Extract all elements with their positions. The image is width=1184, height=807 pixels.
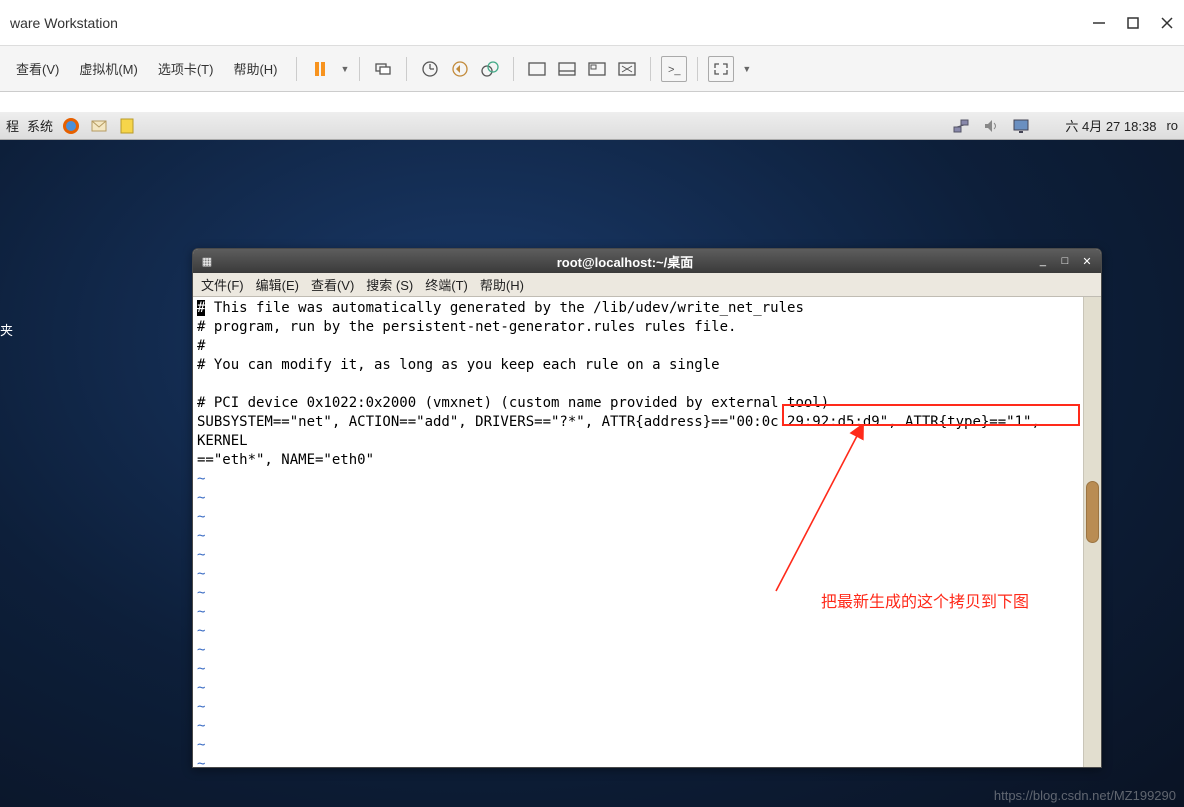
desktop-folder-label: 夹 bbox=[0, 320, 13, 339]
unity-icon[interactable] bbox=[614, 56, 640, 82]
term-line: # PCI device 0x1022:0x2000 (vmxnet) (cus… bbox=[197, 395, 829, 411]
terminal-menu-icon[interactable]: ▦ bbox=[199, 254, 215, 268]
snapshot-take-icon[interactable] bbox=[417, 56, 443, 82]
close-icon[interactable] bbox=[1160, 16, 1174, 30]
separator bbox=[513, 57, 514, 81]
separator bbox=[406, 57, 407, 81]
term-menu-search[interactable]: 搜索 (S) bbox=[366, 275, 413, 294]
network-icon[interactable] bbox=[951, 116, 971, 136]
guest-viewport: 程 系统 六 4月 27 18:38 ro 夹 ▦ root@ bbox=[0, 92, 1184, 807]
console-icon[interactable]: >_ bbox=[661, 56, 687, 82]
notes-icon[interactable] bbox=[117, 116, 137, 136]
vim-tilde: ~ bbox=[197, 623, 205, 639]
send-cad-icon[interactable] bbox=[370, 56, 396, 82]
window-title: ware Workstation bbox=[10, 15, 118, 31]
vim-tilde: ~ bbox=[197, 661, 205, 677]
vim-tilde: ~ bbox=[197, 642, 205, 658]
term-menu-edit[interactable]: 编辑(E) bbox=[256, 275, 299, 294]
svg-text:>_: >_ bbox=[668, 64, 681, 76]
vim-tilde: ~ bbox=[197, 718, 205, 734]
snapshot-manage-icon[interactable] bbox=[477, 56, 503, 82]
panel-menu-2[interactable]: 系统 bbox=[27, 116, 53, 135]
term-menu-terminal[interactable]: 终端(T) bbox=[425, 275, 468, 294]
separator bbox=[650, 57, 651, 81]
firefox-icon[interactable] bbox=[61, 116, 81, 136]
annotation-arrow bbox=[748, 426, 878, 606]
terminal-body[interactable]: # This file was automatically generated … bbox=[193, 297, 1101, 767]
annotation-text: 把最新生成的这个拷贝到下图 bbox=[821, 593, 1029, 612]
volume-icon[interactable] bbox=[981, 116, 1001, 136]
menu-help[interactable]: 帮助(H) bbox=[225, 55, 285, 82]
view-split-icon[interactable] bbox=[554, 56, 580, 82]
scrollbar-thumb[interactable] bbox=[1086, 481, 1099, 543]
annotation-box bbox=[782, 404, 1080, 426]
term-line: # You can modify it, as long as you keep… bbox=[197, 357, 720, 373]
minimize-icon[interactable] bbox=[1092, 16, 1106, 30]
pause-icon[interactable] bbox=[307, 56, 333, 82]
terminal-minimize-icon[interactable]: _ bbox=[1035, 254, 1051, 268]
term-line: # program, run by the persistent-net-gen… bbox=[197, 319, 736, 335]
separator bbox=[359, 57, 360, 81]
view-thumb-icon[interactable] bbox=[584, 56, 610, 82]
menu-view[interactable]: 查看(V) bbox=[8, 55, 67, 82]
maximize-icon[interactable] bbox=[1126, 16, 1140, 30]
fullscreen-icon[interactable] bbox=[708, 56, 734, 82]
vim-tilde: ~ bbox=[197, 737, 205, 753]
mail-icon[interactable] bbox=[89, 116, 109, 136]
view-single-icon[interactable] bbox=[524, 56, 550, 82]
panel-datetime[interactable]: 六 4月 27 18:38 bbox=[1065, 116, 1156, 135]
panel-user[interactable]: ro bbox=[1166, 118, 1178, 133]
vim-tilde: ~ bbox=[197, 490, 205, 506]
term-line: =="eth*", NAME="eth0" bbox=[197, 452, 374, 468]
watermark: https://blog.csdn.net/MZ199290 bbox=[994, 788, 1176, 803]
terminal-window: ▦ root@localhost:~/桌面 _ □ ✕ 文件(F) 编辑(E) … bbox=[192, 248, 1102, 768]
chevron-down-icon[interactable]: ▼ bbox=[341, 64, 350, 74]
separator bbox=[296, 57, 297, 81]
chevron-down-icon[interactable]: ▼ bbox=[742, 64, 751, 74]
term-menu-file[interactable]: 文件(F) bbox=[201, 275, 244, 294]
term-line: This file was automatically generated by… bbox=[196, 300, 803, 316]
vim-tilde: ~ bbox=[197, 471, 205, 487]
vim-tilde: ~ bbox=[197, 528, 205, 544]
term-line: # bbox=[197, 338, 205, 354]
terminal-titlebar[interactable]: ▦ root@localhost:~/桌面 _ □ ✕ bbox=[193, 249, 1101, 273]
vim-tilde: ~ bbox=[197, 604, 205, 620]
terminal-menubar: 文件(F) 编辑(E) 查看(V) 搜索 (S) 终端(T) 帮助(H) bbox=[193, 273, 1101, 297]
terminal-close-icon[interactable]: ✕ bbox=[1079, 254, 1095, 268]
toolbar-fullscreen-group: ▼ bbox=[708, 56, 751, 82]
vim-tilde: ~ bbox=[197, 566, 205, 582]
display-icon[interactable] bbox=[1011, 116, 1031, 136]
vmware-window: ware Workstation 查看(V) 虚拟机(M) 选项卡(T) 帮助(… bbox=[0, 0, 1184, 807]
vim-tilde: ~ bbox=[197, 585, 205, 601]
vim-tilde: ~ bbox=[197, 699, 205, 715]
panel-left: 程 系统 bbox=[6, 116, 137, 136]
window-controls bbox=[1092, 16, 1174, 30]
term-menu-help[interactable]: 帮助(H) bbox=[480, 275, 524, 294]
terminal-maximize-icon[interactable]: □ bbox=[1057, 254, 1073, 268]
menu-tabs[interactable]: 选项卡(T) bbox=[150, 55, 222, 82]
separator bbox=[697, 57, 698, 81]
term-menu-view[interactable]: 查看(V) bbox=[311, 275, 354, 294]
vim-tilde: ~ bbox=[197, 680, 205, 696]
guest-desktop[interactable]: 夹 ▦ root@localhost:~/桌面 _ □ ✕ 文件(F) 编辑(E… bbox=[0, 140, 1184, 807]
gnome-panel: 程 系统 六 4月 27 18:38 ro bbox=[0, 112, 1184, 140]
snapshot-revert-icon[interactable] bbox=[447, 56, 473, 82]
menubar: 查看(V) 虚拟机(M) 选项卡(T) 帮助(H) ▼ >_ ▼ bbox=[0, 46, 1184, 92]
toolbar-power-group: ▼ bbox=[307, 56, 350, 82]
titlebar: ware Workstation bbox=[0, 0, 1184, 46]
panel-right: 六 4月 27 18:38 ro bbox=[951, 116, 1178, 136]
menu-vm[interactable]: 虚拟机(M) bbox=[71, 55, 146, 82]
panel-menu-1[interactable]: 程 bbox=[6, 116, 19, 135]
terminal-title: root@localhost:~/桌面 bbox=[557, 252, 694, 271]
terminal-scrollbar[interactable] bbox=[1083, 297, 1101, 767]
vim-tilde: ~ bbox=[197, 756, 205, 767]
vim-tilde: ~ bbox=[197, 509, 205, 525]
term-line: SUBSYSTEM=="net", ACTION=="add", DRIVERS… bbox=[197, 414, 602, 430]
vim-tilde: ~ bbox=[197, 547, 205, 563]
terminal-controls: _ □ ✕ bbox=[1035, 254, 1095, 268]
